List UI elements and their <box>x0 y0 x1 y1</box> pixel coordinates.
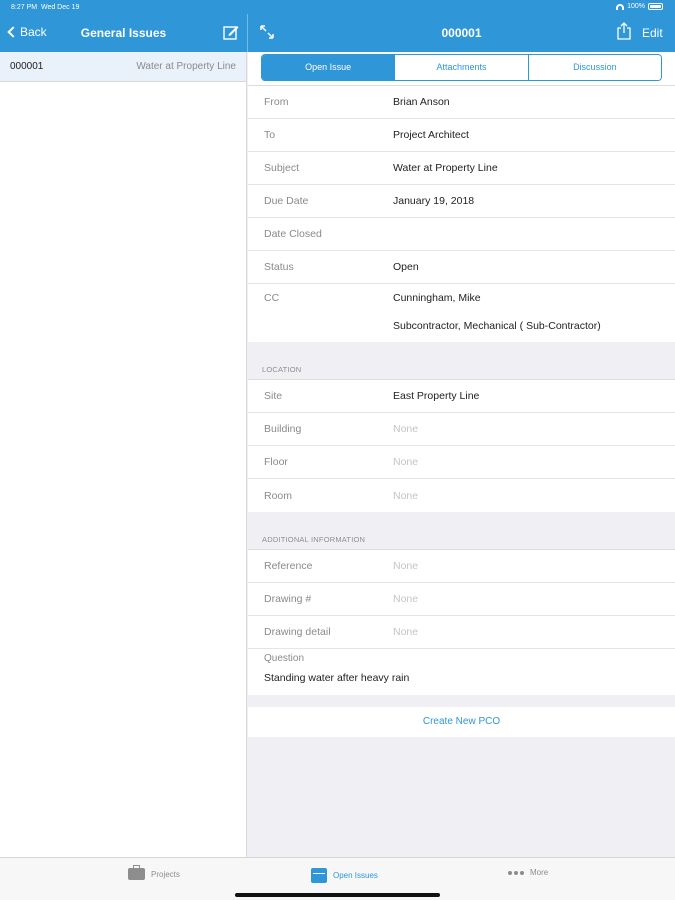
issue-id: 000001 <box>10 61 44 72</box>
drawing-detail-value: None <box>393 626 419 638</box>
cc-row[interactable]: CC Cunningham, Mike Subcontractor, Mecha… <box>248 284 675 342</box>
additional-info-group: Reference None Drawing # None Drawing de… <box>248 550 675 695</box>
site-row[interactable]: Site East Property Line <box>248 380 675 413</box>
due-date-label: Due Date <box>264 195 309 207</box>
wifi-icon <box>616 3 625 10</box>
tab-more-label: More <box>530 868 549 877</box>
more-dots-icon <box>508 870 524 875</box>
home-indicator[interactable] <box>235 893 440 897</box>
subject-label: Subject <box>264 162 300 174</box>
date-closed-label: Date Closed <box>264 228 322 240</box>
cc-recipient: Subcontractor, Mechanical ( Sub-Contract… <box>393 320 601 332</box>
edit-button[interactable]: Edit <box>642 26 663 40</box>
question-field[interactable]: Question Standing water after heavy rain <box>248 649 675 695</box>
to-label: To <box>264 129 276 141</box>
subject-row[interactable]: Subject Water at Property Line <box>248 152 675 185</box>
drawing-number-label: Drawing # <box>264 593 312 605</box>
building-label: Building <box>264 423 302 435</box>
top-navigation-bar: 8:27 PM Wed Dec 19 100% Back General Iss… <box>0 0 675 52</box>
to-row[interactable]: To Project Architect <box>248 119 675 152</box>
from-label: From <box>264 96 289 108</box>
cc-label: CC <box>264 292 280 304</box>
building-row[interactable]: Building None <box>248 413 675 446</box>
floor-label: Floor <box>264 456 288 468</box>
compose-icon[interactable] <box>223 24 239 40</box>
site-label: Site <box>264 390 283 402</box>
tab-open-issues-label: Open Issues <box>333 871 378 880</box>
subject-value: Water at Property Line <box>393 162 498 174</box>
issue-subject: Water at Property Line <box>136 61 236 72</box>
status-right: 100% <box>616 3 663 10</box>
status-bar: 8:27 PM Wed Dec 19 100% <box>0 0 675 14</box>
issues-list-pane: 000001 Water at Property Line <box>0 52 247 857</box>
battery-percent: 100% <box>627 3 645 10</box>
status-value: Open <box>393 261 419 273</box>
tab-attachments[interactable]: Attachments <box>394 55 528 80</box>
cc-values: Cunningham, Mike Subcontractor, Mechanic… <box>393 292 601 348</box>
due-date-row[interactable]: Due Date January 19, 2018 <box>248 185 675 218</box>
question-label: Question <box>264 653 305 664</box>
drawing-detail-label: Drawing detail <box>264 626 331 638</box>
question-text: Standing water after heavy rain <box>264 672 410 684</box>
from-value: Brian Anson <box>393 96 450 108</box>
tab-projects-label: Projects <box>151 869 180 879</box>
drawing-detail-row[interactable]: Drawing detail None <box>248 616 675 649</box>
create-new-pco-button[interactable]: Create New PCO <box>248 707 675 737</box>
status-label: Status <box>264 261 294 273</box>
calendar-icon <box>311 868 327 883</box>
floor-value: None <box>393 456 419 468</box>
cc-recipient: Cunningham, Mike <box>393 292 481 304</box>
battery-icon <box>648 3 663 10</box>
issue-list-item[interactable]: 000001 Water at Property Line <box>0 52 246 82</box>
from-row[interactable]: From Brian Anson <box>248 86 675 119</box>
reference-label: Reference <box>264 560 313 572</box>
location-group: Site East Property Line Building None Fl… <box>248 380 675 512</box>
additional-info-section-header: ADDITIONAL INFORMATION <box>248 512 675 550</box>
to-value: Project Architect <box>393 129 469 141</box>
building-value: None <box>393 423 419 435</box>
status-time: 8:27 PM Wed Dec 19 <box>11 4 79 11</box>
list-title: General Issues <box>80 26 167 40</box>
room-row[interactable]: Room None <box>248 479 675 512</box>
room-value: None <box>393 489 419 502</box>
site-value: East Property Line <box>393 390 480 402</box>
share-icon[interactable] <box>616 22 632 40</box>
status-time-text: 8:27 PM <box>11 4 38 11</box>
date-closed-row[interactable]: Date Closed <box>248 218 675 251</box>
reference-value: None <box>393 560 419 572</box>
tab-open-issues[interactable]: Open Issues <box>311 868 378 883</box>
reference-row[interactable]: Reference None <box>248 550 675 583</box>
tab-discussion[interactable]: Discussion <box>527 55 661 80</box>
tab-more[interactable]: More <box>508 868 548 877</box>
status-row[interactable]: Status Open <box>248 251 675 284</box>
due-date-value: January 19, 2018 <box>393 195 475 207</box>
briefcase-icon <box>128 865 145 880</box>
segmented-control: Open Issue Attachments Discussion <box>261 54 662 81</box>
status-date-text: Wed Dec 19 <box>40 4 80 11</box>
issue-number-title: 000001 <box>441 26 482 40</box>
room-label: Room <box>264 489 293 502</box>
tab-projects[interactable]: Projects <box>128 865 180 880</box>
issue-details-group: From Brian Anson To Project Architect Su… <box>248 86 675 342</box>
tab-open-issue[interactable]: Open Issue <box>262 55 395 80</box>
drawing-number-value: None <box>393 593 419 605</box>
issue-detail-pane: Open Issue Attachments Discussion From B… <box>248 52 675 857</box>
segment-wrapper: Open Issue Attachments Discussion <box>248 52 675 86</box>
drawing-number-row[interactable]: Drawing # None <box>248 583 675 616</box>
floor-row[interactable]: Floor None <box>248 446 675 479</box>
